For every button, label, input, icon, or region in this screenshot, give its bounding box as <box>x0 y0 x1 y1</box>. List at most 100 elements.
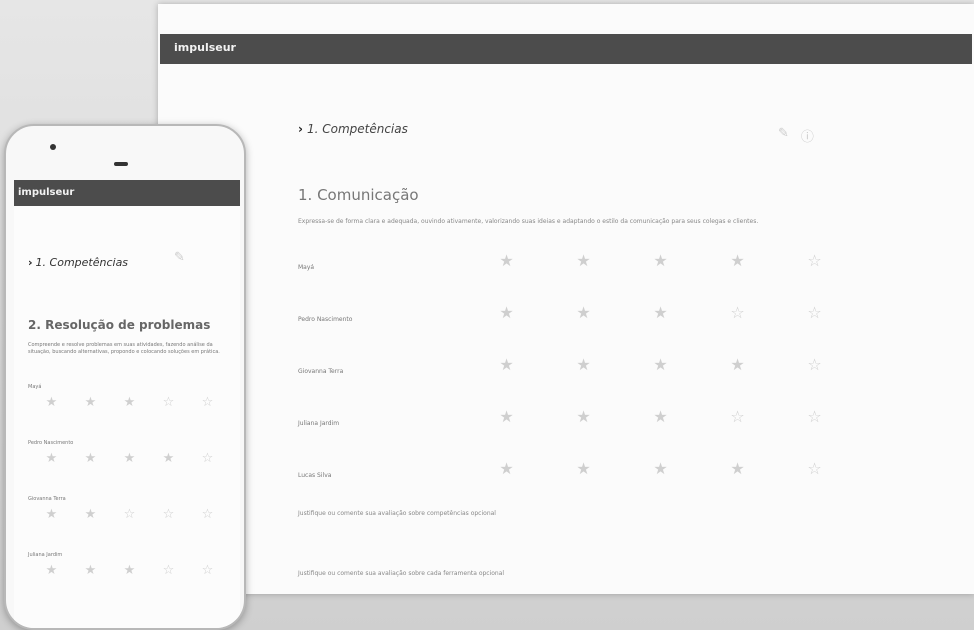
star-option[interactable]: ☆ <box>188 451 227 472</box>
desktop-logo[interactable]: impulseur <box>174 41 236 54</box>
star-option[interactable]: ☆ <box>776 460 853 487</box>
star-option[interactable]: ☆ <box>776 252 853 279</box>
desktop-actions: ✎ ⓘ <box>778 126 814 145</box>
star-option[interactable]: ☆ <box>110 507 149 528</box>
star-option[interactable]: ★ <box>32 507 71 528</box>
star-option[interactable]: ★ <box>545 460 622 487</box>
star-option[interactable]: ★ <box>622 408 699 435</box>
rating-row: Pedro Nascimento ★ ★ ★ ★ ☆ <box>28 440 228 496</box>
rating-row-label: Juliana Jardim <box>298 420 340 427</box>
star-option[interactable]: ★ <box>32 451 71 472</box>
star-caption <box>71 578 110 584</box>
star-caption <box>110 522 149 528</box>
phone-logo[interactable]: impulseur <box>18 187 74 198</box>
star-option[interactable]: ☆ <box>776 408 853 435</box>
phone-breadcrumb[interactable]: › 1. Competências <box>28 256 128 269</box>
star-icon: ★ <box>499 303 514 322</box>
star-icon: ☆ <box>123 507 136 522</box>
star-option[interactable]: ☆ <box>149 563 188 584</box>
star-option[interactable]: ★ <box>149 451 188 472</box>
star-icon: ☆ <box>201 451 214 466</box>
star-option[interactable]: ★ <box>71 395 110 416</box>
star-option[interactable]: ★ <box>468 408 545 435</box>
star-icon: ★ <box>576 459 591 478</box>
desktop-breadcrumb[interactable]: › 1. Competências <box>298 122 408 136</box>
star-option[interactable]: ☆ <box>188 507 227 528</box>
star-option[interactable]: ★ <box>468 460 545 487</box>
star-caption <box>468 324 545 331</box>
star-option[interactable]: ★ <box>32 395 71 416</box>
desktop-header-bar: impulseur <box>160 34 972 64</box>
phone-section-title: 2. Resolução de problemas <box>28 318 211 332</box>
star-option[interactable]: ☆ <box>188 563 227 584</box>
star-option[interactable]: ★ <box>622 356 699 383</box>
star-caption <box>545 376 622 383</box>
star-icon: ★ <box>45 451 58 466</box>
phone-section-description: Compreende e resolve problemas em suas a… <box>28 342 220 355</box>
star-caption <box>149 522 188 528</box>
star-option[interactable]: ★ <box>699 460 776 487</box>
star-icon: ★ <box>730 459 745 478</box>
desktop-section-title: 1. Comunicação <box>298 186 419 204</box>
star-option[interactable]: ★ <box>71 507 110 528</box>
star-caption <box>468 272 545 279</box>
star-option[interactable]: ★ <box>71 451 110 472</box>
star-caption <box>545 272 622 279</box>
rating-row: Mayá ★ ★ ★ ☆ ☆ <box>28 384 228 440</box>
star-caption <box>622 376 699 383</box>
desktop-comment-note-1[interactable]: Justifique ou comente sua avaliação sobr… <box>298 510 496 517</box>
star-option[interactable]: ★ <box>545 252 622 279</box>
star-option[interactable]: ☆ <box>149 507 188 528</box>
star-caption <box>71 466 110 472</box>
star-option[interactable]: ★ <box>71 563 110 584</box>
chevron-right-icon: › <box>28 256 33 269</box>
pin-icon[interactable]: ✎ <box>778 126 789 145</box>
star-icon: ☆ <box>730 303 745 322</box>
star-option[interactable]: ☆ <box>776 356 853 383</box>
rating-row: Juliana Jardim ★ ★ ★ ☆ ☆ <box>298 408 838 460</box>
rating-row-label: Mayá <box>298 264 315 271</box>
star-caption <box>71 410 110 416</box>
pin-icon[interactable]: ✎ <box>174 250 185 265</box>
star-rating: ★ ★ ★ ☆ ☆ <box>468 408 853 435</box>
star-option[interactable]: ★ <box>545 408 622 435</box>
star-option[interactable]: ★ <box>468 252 545 279</box>
star-icon: ★ <box>576 303 591 322</box>
star-option[interactable]: ★ <box>110 395 149 416</box>
star-option[interactable]: ★ <box>110 451 149 472</box>
star-caption <box>149 466 188 472</box>
star-icon: ★ <box>730 355 745 374</box>
star-option[interactable]: ☆ <box>776 304 853 331</box>
star-icon: ☆ <box>807 459 822 478</box>
star-option[interactable]: ★ <box>468 304 545 331</box>
star-option[interactable]: ★ <box>545 356 622 383</box>
star-option[interactable]: ★ <box>468 356 545 383</box>
star-option[interactable]: ☆ <box>188 395 227 416</box>
star-caption <box>149 578 188 584</box>
rating-row: Juliana Jardim ★ ★ ★ ☆ ☆ <box>28 552 228 608</box>
star-option[interactable]: ★ <box>32 563 71 584</box>
star-icon: ☆ <box>162 507 175 522</box>
star-caption <box>32 410 71 416</box>
star-icon: ☆ <box>807 251 822 270</box>
star-icon: ☆ <box>162 563 175 578</box>
rating-row: Mayá ★ ★ ★ ★ ☆ <box>298 252 838 304</box>
star-caption <box>776 376 853 383</box>
star-option[interactable]: ★ <box>699 356 776 383</box>
star-option[interactable]: ★ <box>110 563 149 584</box>
chevron-right-icon: › <box>298 122 303 136</box>
star-option[interactable]: ★ <box>545 304 622 331</box>
info-icon[interactable]: ⓘ <box>801 126 814 145</box>
star-option[interactable]: ★ <box>699 252 776 279</box>
star-option[interactable]: ☆ <box>149 395 188 416</box>
star-option[interactable]: ☆ <box>699 408 776 435</box>
star-icon: ☆ <box>201 395 214 410</box>
star-option[interactable]: ★ <box>622 460 699 487</box>
star-option[interactable]: ☆ <box>699 304 776 331</box>
star-option[interactable]: ★ <box>622 252 699 279</box>
star-caption <box>71 522 110 528</box>
star-rating: ★ ★ ★ ★ ☆ <box>468 356 853 383</box>
desktop-comment-note-2[interactable]: Justifique ou comente sua avaliação sobr… <box>298 570 504 577</box>
star-option[interactable]: ★ <box>622 304 699 331</box>
star-icon: ★ <box>84 395 97 410</box>
